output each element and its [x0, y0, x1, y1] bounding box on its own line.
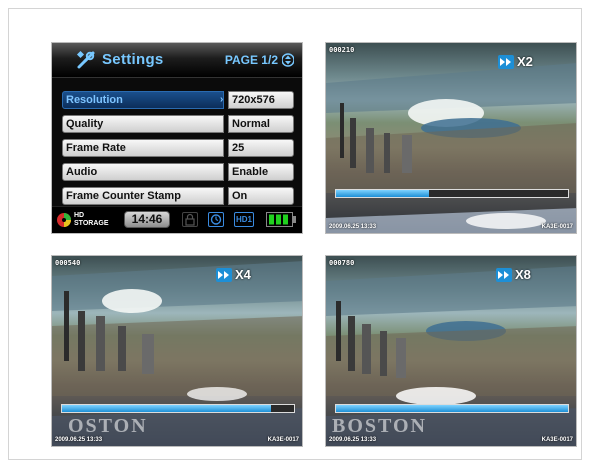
speed-label: X2 [517, 54, 533, 69]
playback-screen-x2: 000210 X2 2009.06.25 13:33 KA3E-0017 [325, 42, 577, 234]
battery-icon [266, 212, 296, 227]
speed-label: X4 [235, 267, 251, 282]
setting-row-frame-counter-stamp[interactable]: Frame Counter Stamp On [62, 187, 294, 205]
setting-label: Frame Counter Stamp [62, 187, 224, 205]
date-stamp: 2009.06.25 13:33 [329, 224, 377, 230]
frame-counter: 000540 [55, 259, 81, 267]
setting-row-audio[interactable]: Audio Enable [62, 163, 294, 181]
fast-forward-icon [498, 55, 514, 69]
hd1-icon: HD1 [234, 212, 254, 227]
setting-row-resolution[interactable]: Resolution › 720x576 [62, 91, 294, 109]
date-stamp: 2009.06.25 13:33 [329, 437, 377, 443]
speed-label: X8 [515, 267, 531, 282]
date-stamp: 2009.06.25 13:33 [55, 437, 103, 443]
aerial-city-image: 000210 X2 2009.06.25 13:33 KA3E-0017 [326, 43, 576, 233]
progress-fill [336, 405, 568, 412]
camera-id: KA3E-0017 [541, 224, 573, 230]
hd-storage-icon [57, 213, 71, 227]
hd-storage-label: HD STORAGE [74, 212, 109, 228]
setting-value: Enable [228, 163, 294, 181]
lock-icon [182, 212, 198, 227]
setting-row-frame-rate[interactable]: Frame Rate 25 [62, 139, 294, 157]
setting-row-quality[interactable]: Quality Normal [62, 115, 294, 133]
hd-label-line1: HD [74, 212, 85, 219]
setting-value: 720x576 [228, 91, 294, 109]
city-caption: BOSTON [332, 415, 427, 437]
playback-screen-x8: 000780 X8 BOSTON 2009.06.25 13:33 KA3E-0… [325, 255, 577, 447]
setting-value: 25 [228, 139, 294, 157]
clock-display: 14:46 [124, 211, 170, 228]
setting-label: Quality [62, 115, 224, 133]
setting-value: Normal [228, 115, 294, 133]
timer-icon [208, 212, 224, 227]
wrench-icon [76, 50, 95, 69]
settings-title: Settings [102, 51, 164, 68]
setting-label: Frame Rate [62, 139, 224, 157]
page-indicator: PAGE 1/2 [224, 53, 278, 67]
playback-screen-x4: 000540 X4 OSTON 2009.06.25 13:33 KA3E-00… [51, 255, 303, 447]
settings-header: Settings PAGE 1/2 [52, 43, 302, 78]
fast-forward-icon [496, 268, 512, 282]
frame-counter: 000210 [329, 46, 355, 54]
camera-id: KA3E-0017 [267, 437, 299, 443]
setting-value: On [228, 187, 294, 205]
chevron-right-icon: › [220, 94, 224, 105]
playback-progress-bar[interactable] [335, 189, 569, 198]
camera-id: KA3E-0017 [541, 437, 573, 443]
settings-screen: Settings PAGE 1/2 Resolution › 720x576 Q… [51, 42, 303, 234]
setting-label: Audio [62, 163, 224, 181]
figure-frame: Settings PAGE 1/2 Resolution › 720x576 Q… [8, 8, 582, 460]
status-bar: HD STORAGE 14:46 HD1 [52, 206, 302, 233]
progress-fill [336, 190, 429, 197]
progress-fill [62, 405, 271, 412]
city-caption: OSTON [68, 415, 148, 437]
frame-counter: 000780 [329, 259, 355, 267]
aerial-city-image: 000540 X4 OSTON 2009.06.25 13:33 KA3E-00… [52, 256, 302, 446]
fast-forward-icon [216, 268, 232, 282]
hd-label-line2: STORAGE [74, 220, 109, 227]
aerial-city-image: 000780 X8 BOSTON 2009.06.25 13:33 KA3E-0… [326, 256, 576, 446]
page-arrows-icon[interactable] [282, 51, 294, 69]
playback-progress-bar[interactable] [335, 404, 569, 413]
setting-label: Resolution [62, 91, 224, 109]
playback-progress-bar[interactable] [61, 404, 295, 413]
